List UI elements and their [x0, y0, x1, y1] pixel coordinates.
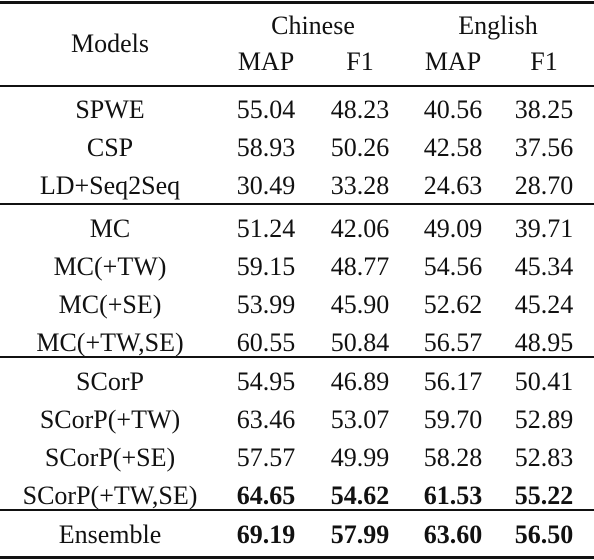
english-f1-value: 38.25: [514, 95, 574, 124]
table-row: CSP 58.93 50.26 42.58 37.56: [0, 129, 594, 167]
english-f1-value: 52.89: [514, 405, 574, 434]
english-map-value: 42.58: [423, 133, 483, 162]
chinese-map-value: 63.46: [236, 405, 296, 434]
chinese-map-value: 58.93: [236, 133, 296, 162]
chinese-map-value: 57.57: [236, 443, 296, 472]
model-name: MC(+SE): [58, 290, 162, 319]
header-rule: [0, 85, 594, 87]
bottom-rule: [0, 556, 594, 559]
section-rule: [0, 509, 594, 511]
chinese-map-value: 64.65: [236, 481, 296, 510]
english-f1-value: 48.95: [514, 328, 574, 357]
model-name: SPWE: [75, 95, 145, 124]
chinese-f1-value: 50.84: [330, 328, 390, 357]
chinese-f1-value: 42.06: [330, 214, 390, 243]
table-row: MC 51.24 42.06 49.09 39.71: [0, 210, 594, 248]
chinese-f1-value: 57.99: [330, 520, 390, 549]
model-name: MC(+TW,SE): [36, 328, 184, 357]
chinese-f1-value: 50.26: [330, 133, 390, 162]
english-map-value: 40.56: [423, 95, 483, 124]
english-map-header: MAP: [424, 47, 482, 76]
chinese-f1-value: 48.77: [330, 252, 390, 281]
chinese-map-value: 51.24: [236, 214, 296, 243]
chinese-group-header: Chinese: [271, 11, 355, 40]
table-row: MC(+SE) 53.99 45.90 52.62 45.24: [0, 286, 594, 324]
chinese-map-value: 54.95: [236, 367, 296, 396]
model-name: SCorP(+SE): [44, 443, 176, 472]
results-table: Models Chinese English MAP F1 MAP F1 SPW…: [0, 0, 594, 560]
model-name: SCorP(+TW): [39, 405, 181, 434]
chinese-map-value: 53.99: [236, 290, 296, 319]
chinese-map-value: 69.19: [236, 520, 296, 549]
chinese-map-value: 55.04: [236, 95, 296, 124]
table-row: LD+Seq2Seq 30.49 33.28 24.63 28.70: [0, 167, 594, 205]
model-name: SCorP(+TW,SE): [22, 481, 198, 510]
english-map-value: 54.56: [423, 252, 483, 281]
english-f1-value: 56.50: [514, 520, 574, 549]
table-row: MC(+TW) 59.15 48.77 54.56 45.34: [0, 248, 594, 286]
english-f1-value: 37.56: [514, 133, 574, 162]
model-name: Ensemble: [58, 520, 162, 549]
section-rule: [0, 356, 594, 358]
chinese-map-value: 60.55: [236, 328, 296, 357]
english-f1-header: F1: [530, 47, 558, 76]
chinese-map-header: MAP: [237, 47, 295, 76]
english-map-value: 56.17: [423, 367, 483, 396]
english-map-value: 63.60: [423, 520, 483, 549]
english-f1-value: 52.83: [514, 443, 574, 472]
english-f1-value: 39.71: [514, 214, 574, 243]
english-f1-value: 45.24: [514, 290, 574, 319]
chinese-map-value: 30.49: [236, 171, 296, 200]
english-map-value: 49.09: [423, 214, 483, 243]
english-f1-value: 55.22: [514, 481, 574, 510]
chinese-map-value: 59.15: [236, 252, 296, 281]
model-name: LD+Seq2Seq: [39, 171, 181, 200]
english-map-value: 56.57: [423, 328, 483, 357]
english-map-value: 52.62: [423, 290, 483, 319]
english-f1-value: 50.41: [514, 367, 574, 396]
model-name: CSP: [86, 133, 134, 162]
chinese-f1-value: 49.99: [330, 443, 390, 472]
model-name: MC: [89, 214, 131, 243]
model-name: SCorP: [76, 367, 144, 396]
models-column-header: Models: [71, 29, 149, 58]
chinese-f1-value: 48.23: [330, 95, 390, 124]
table-row: SPWE 55.04 48.23 40.56 38.25: [0, 91, 594, 129]
chinese-f1-value: 54.62: [330, 481, 390, 510]
table-row: Ensemble 69.19 57.99 63.60 56.50: [0, 516, 594, 554]
english-f1-value: 45.34: [514, 252, 574, 281]
top-rule: [0, 1, 594, 4]
section-rule: [0, 203, 594, 205]
chinese-f1-value: 46.89: [330, 367, 390, 396]
chinese-f1-value: 53.07: [330, 405, 390, 434]
english-map-value: 24.63: [423, 171, 483, 200]
chinese-f1-value: 33.28: [330, 171, 390, 200]
chinese-f1-value: 45.90: [330, 290, 390, 319]
model-name: MC(+TW): [53, 252, 167, 281]
table-row: SCorP 54.95 46.89 56.17 50.41: [0, 363, 594, 401]
english-group-header: English: [458, 11, 538, 40]
english-f1-value: 28.70: [514, 171, 574, 200]
english-map-value: 61.53: [423, 481, 483, 510]
english-map-value: 58.28: [423, 443, 483, 472]
chinese-f1-header: F1: [346, 47, 374, 76]
table-row: SCorP(+SE) 57.57 49.99 58.28 52.83: [0, 439, 594, 477]
table-row: SCorP(+TW) 63.46 53.07 59.70 52.89: [0, 401, 594, 439]
english-map-value: 59.70: [423, 405, 483, 434]
